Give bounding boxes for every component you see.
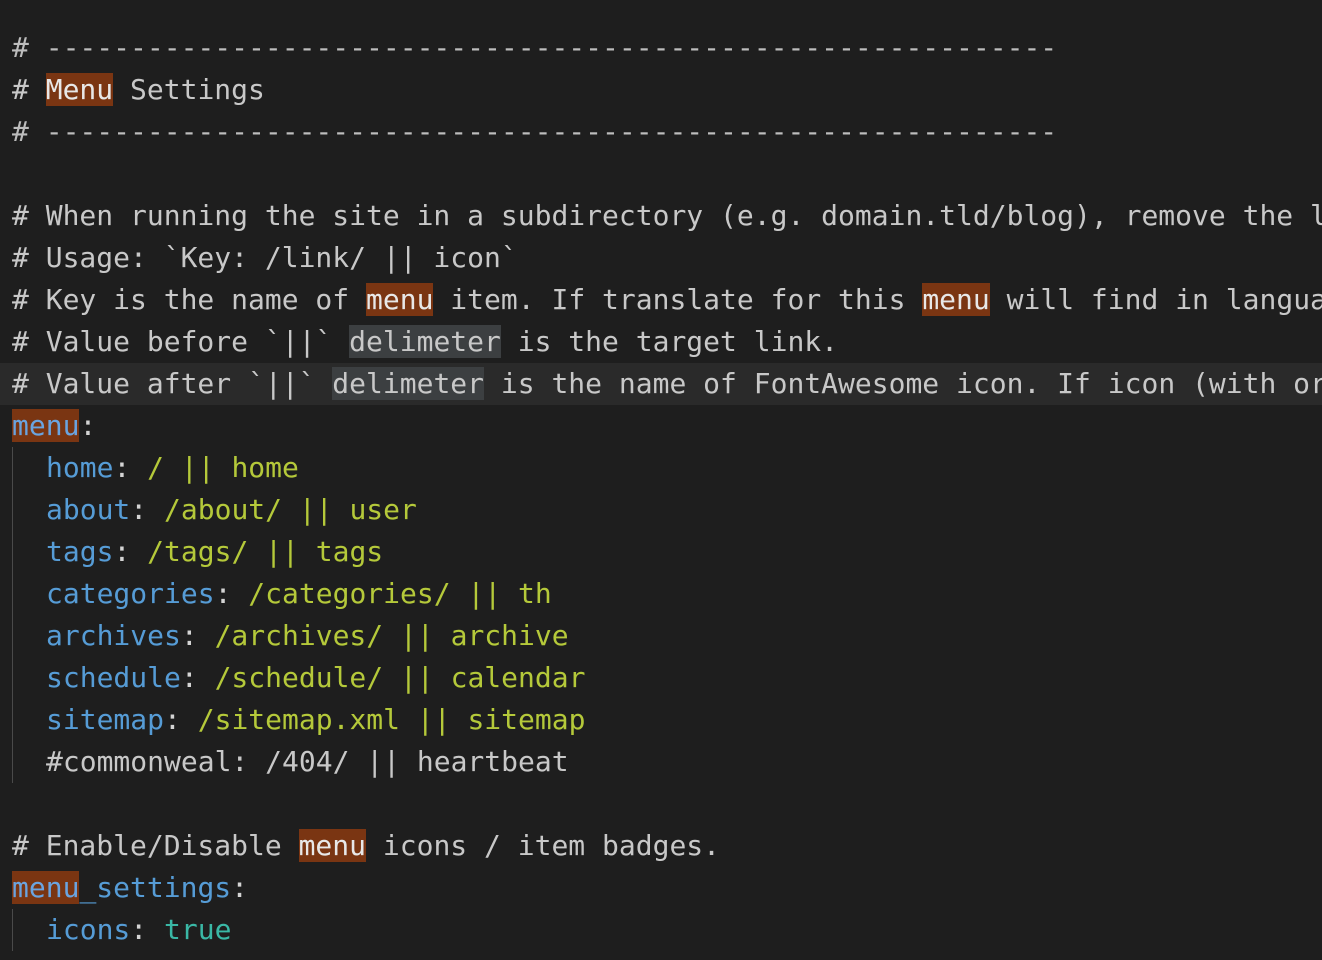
yaml-colon: : (113, 451, 131, 484)
search-match-highlight: menu (298, 829, 367, 862)
yaml-item-sitemap: sitemap: /sitemap.xml || sitemap (0, 699, 1322, 741)
yaml-value: /archives/ || archive (197, 619, 569, 652)
yaml-boolean-value: true (164, 913, 232, 946)
yaml-key-menu: menu (12, 409, 80, 442)
comment-text: # Value before `||` (12, 325, 350, 358)
search-match-highlight: menu (922, 283, 990, 316)
comment-text: is the name of FontAwesome icon. If icon… (484, 367, 1322, 400)
comment-line-key: # Key is the name of menu item. If trans… (0, 279, 1322, 321)
yaml-key: _settings (79, 871, 232, 904)
yaml-colon: : (130, 913, 148, 946)
comment-hash: # (12, 73, 46, 106)
yaml-key: archives (46, 619, 181, 652)
comment-text: icons / item badges. (366, 829, 721, 862)
yaml-key: categories (46, 577, 215, 610)
comment-text: # Key is the name of (12, 283, 367, 316)
yaml-menu-line: menu: (0, 405, 1322, 447)
yaml-colon: : (180, 661, 198, 694)
yaml-key-menu-highlight: menu (12, 871, 80, 904)
yaml-colon: : (180, 619, 198, 652)
yaml-item-schedule: schedule: /schedule/ || calendar (0, 657, 1322, 699)
comment-text: item. If translate for this (433, 283, 923, 316)
comment-text: is the target link. (500, 325, 839, 358)
yaml-value: /sitemap.xml || sitemap (180, 703, 586, 736)
comment-line-value-before: # Value before `||` delimeter is the tar… (0, 321, 1322, 363)
code-editor[interactable]: # --------------------------------------… (0, 0, 1322, 960)
yaml-item-tags: tags: /tags/ || tags (0, 531, 1322, 573)
yaml-item-home: home: / || home (0, 447, 1322, 489)
word-occurrence-highlight: delimeter (332, 367, 485, 400)
yaml-key: schedule (46, 661, 181, 694)
search-match-highlight: menu (366, 283, 434, 316)
yaml-value: /about/ || user (147, 493, 417, 526)
yaml-key: icons (46, 913, 131, 946)
comment-text: # Enable/Disable (12, 829, 299, 862)
comment-text: Settings (113, 73, 265, 106)
yaml-item-icons: icons: true (0, 909, 1322, 951)
comment-banner-title: # Menu Settings (0, 69, 1322, 111)
yaml-key: home (46, 451, 114, 484)
yaml-commented-item: #commonweal: /404/ || heartbeat (46, 745, 569, 778)
comment-line-subdirectory: # When running the site in a subdirector… (12, 199, 1322, 232)
yaml-value: / || home (130, 451, 299, 484)
yaml-menu-settings-line: menu_settings: (0, 867, 1322, 909)
yaml-colon: : (79, 409, 97, 442)
yaml-colon: : (231, 871, 249, 904)
comment-line-enable-disable: # Enable/Disable menu icons / item badge… (0, 825, 1322, 867)
yaml-colon: : (130, 493, 148, 526)
yaml-colon: : (164, 703, 181, 736)
current-line[interactable]: # Value after `||` delimeter is the name… (0, 363, 1322, 405)
comment-text: will find in langua (989, 283, 1322, 316)
yaml-value: /tags/ || tags (130, 535, 384, 568)
yaml-key: tags (46, 535, 114, 568)
comment-rule-top: # --------------------------------------… (12, 31, 1058, 64)
yaml-item-archives: archives: /archives/ || archive (0, 615, 1322, 657)
search-match-highlight: Menu (45, 73, 114, 106)
yaml-item-about: about: /about/ || user (0, 489, 1322, 531)
yaml-colon: : (113, 535, 131, 568)
word-occurrence-highlight: delimeter (349, 325, 501, 358)
yaml-key: about (46, 493, 131, 526)
yaml-item-categories: categories: /categories/ || th (0, 573, 1322, 615)
comment-rule-bottom: # --------------------------------------… (12, 115, 1058, 148)
yaml-value: /categories/ || th (231, 577, 552, 610)
yaml-colon: : (214, 577, 232, 610)
yaml-key: sitemap (46, 703, 165, 736)
comment-line-usage: # Usage: `Key: /link/ || icon` (12, 241, 518, 274)
comment-text: # Value after `||` (12, 367, 333, 400)
yaml-value: /schedule/ || calendar (197, 661, 586, 694)
